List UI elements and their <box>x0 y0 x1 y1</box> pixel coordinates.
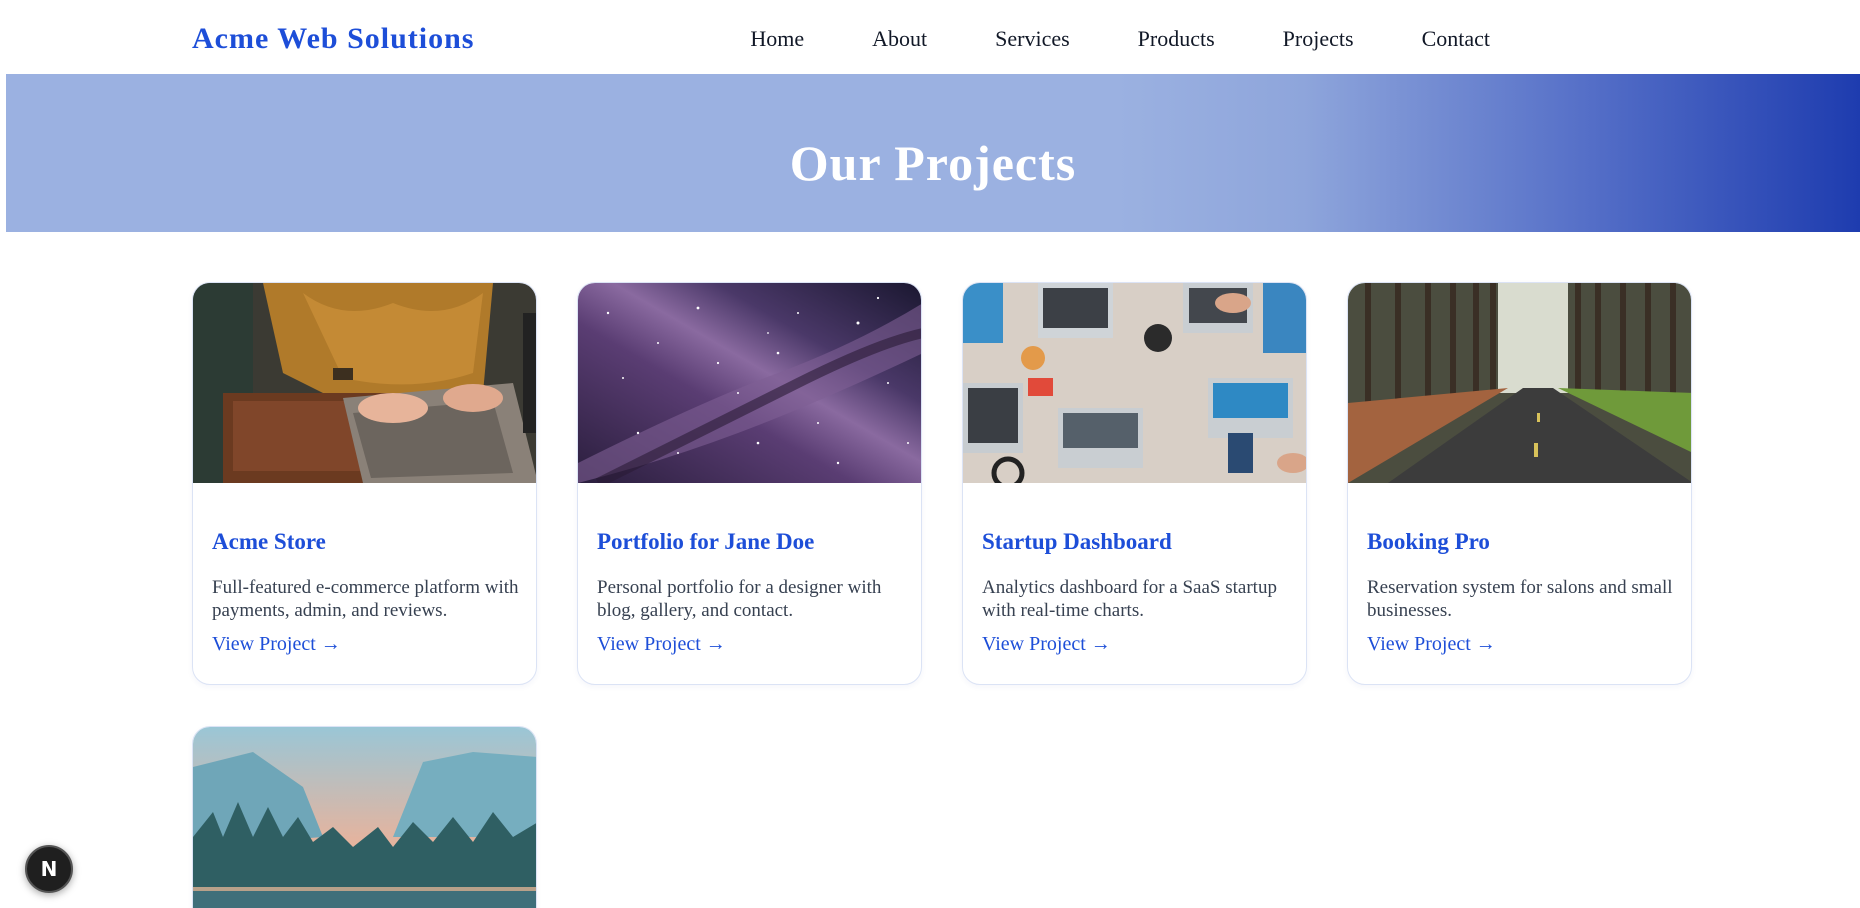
project-title: Booking Pro <box>1367 529 1490 554</box>
nav-about[interactable]: About <box>872 26 927 52</box>
project-image-mountain-lake <box>193 727 536 908</box>
project-image-laptop <box>193 283 536 483</box>
project-image-galaxy <box>578 283 921 483</box>
nav-products[interactable]: Products <box>1138 26 1215 52</box>
site-header: Acme Web Solutions Home About Services P… <box>6 4 1860 74</box>
view-project-link[interactable]: View Project → <box>597 633 726 656</box>
project-card[interactable]: Portfolio for Jane Doe Personal portfoli… <box>577 282 922 685</box>
main-nav: Home About Services Products Projects Co… <box>750 26 1490 52</box>
project-card[interactable]: Acme Store Full-featured e-commerce plat… <box>192 282 537 685</box>
project-title: Startup Dashboard <box>982 529 1172 554</box>
project-title: Portfolio for Jane Doe <box>597 529 815 554</box>
project-description: Reservation system for salons and small … <box>1367 577 1673 621</box>
brand-logo[interactable]: Acme Web Solutions <box>192 22 474 56</box>
badge-label: N <box>40 857 58 881</box>
project-description: Personal portfolio for a designer with b… <box>597 577 882 621</box>
project-card[interactable]: Startup Dashboard Analytics dashboard fo… <box>962 282 1307 685</box>
project-description: Full-featured e-commerce platform with p… <box>212 577 519 621</box>
project-image-forest-road <box>1348 283 1691 483</box>
page: Acme Web Solutions Home About Services P… <box>6 0 1860 908</box>
project-image-desk <box>963 283 1306 483</box>
nav-contact[interactable]: Contact <box>1422 26 1490 52</box>
nav-services[interactable]: Services <box>995 26 1070 52</box>
project-card[interactable]: Booking Pro Reservation system for salon… <box>1347 282 1692 685</box>
nextjs-logo-icon[interactable]: N <box>25 845 73 893</box>
view-project-link[interactable]: View Project → <box>212 633 341 656</box>
nav-home[interactable]: Home <box>750 26 804 52</box>
page-title: Our Projects <box>789 135 1077 191</box>
project-title: Acme Store <box>212 529 326 554</box>
hero-banner: Our Projects <box>6 74 1860 232</box>
view-project-link[interactable]: View Project → <box>982 633 1111 656</box>
project-card[interactable] <box>192 726 537 908</box>
project-description: Analytics dashboard for a SaaS startup w… <box>982 577 1277 621</box>
nav-projects[interactable]: Projects <box>1283 26 1354 52</box>
view-project-link[interactable]: View Project → <box>1367 633 1496 656</box>
